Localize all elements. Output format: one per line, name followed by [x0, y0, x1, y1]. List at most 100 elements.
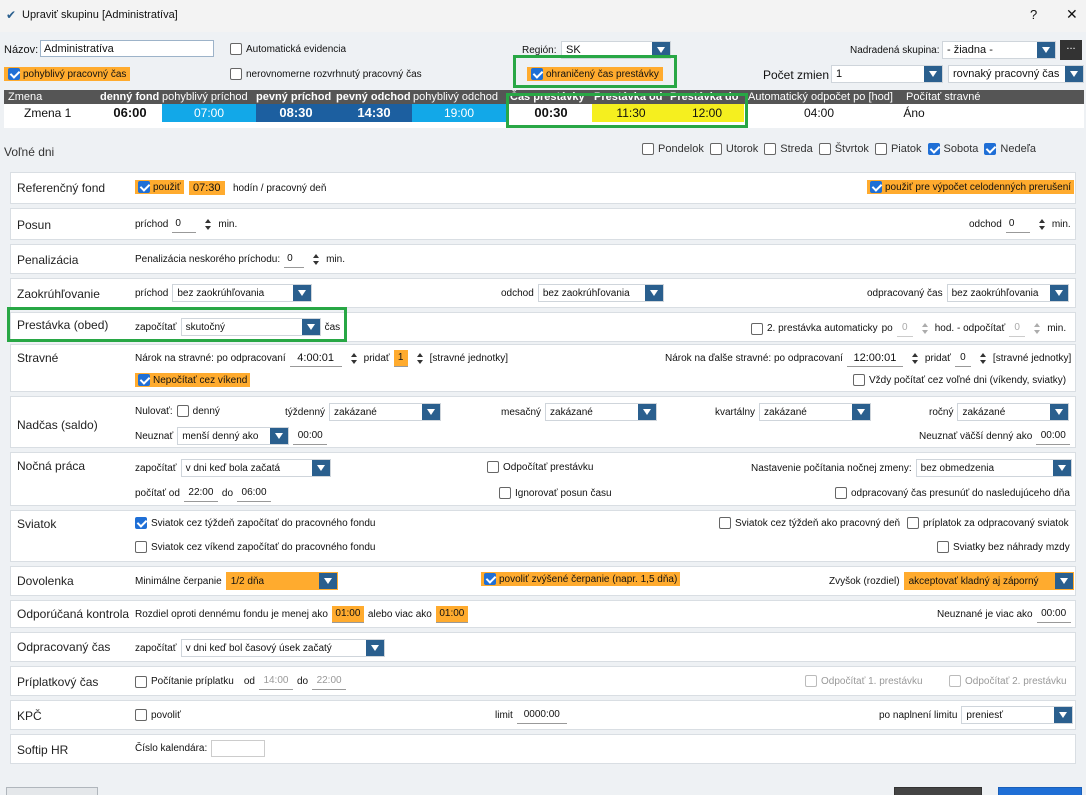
posun-out-input[interactable]: 0 — [1005, 216, 1030, 233]
pripl-d2[interactable]: Odpočítať 2. prestávku — [949, 675, 1067, 687]
bottom-cancel-button[interactable] — [894, 787, 982, 795]
flex-time-checkbox[interactable]: pohyblivý pracovný čas — [4, 67, 131, 81]
nadcas-neuz-select[interactable]: menší denný ako — [177, 427, 290, 445]
holiday-a[interactable]: Sviatok cez týždeň započítať do pracovné… — [135, 517, 375, 529]
night-setting-select[interactable]: bez obmedzenia — [915, 459, 1072, 477]
posun-in-input[interactable]: 0 — [172, 216, 197, 233]
chevron-down-icon — [365, 640, 384, 656]
strav-add-label: pridať — [363, 353, 390, 364]
pripl-checkbox[interactable] — [135, 675, 147, 688]
ctrl-v1-input[interactable]: 01:00 — [331, 606, 364, 623]
ctrl-nu-input[interactable]: 00:00 — [1036, 606, 1071, 623]
kpc-allow[interactable]: povoliť — [135, 709, 181, 721]
ctrl-nu: Neuznané je viac ako 00:00 — [937, 606, 1071, 623]
strav-n1-input[interactable]: 4:00:01 — [289, 350, 342, 367]
holiday-c[interactable]: príplatok za odpracovaný sviatok — [907, 517, 1069, 529]
zaok-worked-select[interactable]: bez zaokrúhľovania — [946, 284, 1069, 302]
softip-cal-input[interactable] — [211, 740, 266, 757]
nadcas-weekly-select[interactable]: zakázané — [329, 403, 442, 421]
free-day-0[interactable]: Pondelok — [642, 143, 704, 155]
chevron-down-icon — [1054, 707, 1073, 723]
kpc-after-select[interactable]: preniesť — [961, 706, 1074, 724]
zaok-out-select[interactable]: bez zaokrúhľovania — [537, 284, 664, 302]
night-count-select[interactable]: v dni keď bola začatá — [180, 459, 331, 477]
holiday-b[interactable]: Sviatok cez týždeň ako pracovný deň — [719, 517, 900, 529]
cell-fixed-in: 08:30 — [256, 104, 336, 122]
strav-add2-input[interactable]: 0 — [954, 350, 971, 367]
help-icon[interactable]: ? — [1030, 7, 1037, 22]
shifts-select[interactable]: 1 — [831, 65, 943, 83]
shift-row[interactable]: Zmena 1 06:00 07:00 08:30 14:30 19:00 00… — [4, 104, 1084, 122]
zaok-in-label: príchod — [135, 287, 169, 299]
spinner-icon[interactable] — [310, 252, 322, 268]
nadcas-daily-checkbox[interactable] — [176, 405, 189, 417]
holiday-e[interactable]: Sviatky bez náhrady mzdy — [937, 541, 1070, 553]
night-move[interactable]: odpracovaný čas presunúť do nasledujúceh… — [835, 487, 1070, 499]
bottom-left-button[interactable] — [6, 787, 98, 795]
more-button[interactable]: ... — [1060, 40, 1082, 60]
nadcas-yearly-select[interactable]: zakázané — [957, 403, 1070, 421]
bottom-ok-button[interactable] — [998, 787, 1082, 795]
prest-po-input[interactable]: 0 — [896, 320, 913, 337]
nadcas-neuz-input[interactable]: 00:00 — [293, 427, 328, 445]
ctrl-v2-input[interactable]: 01:00 — [435, 606, 468, 623]
night-deduct-label: Odpočítať prestávku — [503, 461, 594, 473]
pripl-od-input[interactable]: 14:00 — [258, 673, 293, 690]
spinner-icon[interactable] — [919, 321, 931, 337]
prest-second-checkbox[interactable] — [751, 322, 763, 335]
worked-count-select[interactable]: v dni keď bol časový úsek začatý — [180, 639, 385, 657]
nadcas-neuz2-input[interactable]: 00:00 — [1036, 428, 1071, 445]
spinner-icon[interactable] — [1031, 321, 1043, 337]
night-ignore[interactable]: Ignorovať posun času — [499, 487, 612, 499]
nadcas-quarterly-select[interactable]: zakázané — [759, 403, 872, 421]
po-label: po — [881, 323, 893, 334]
pen-input[interactable]: 0 — [284, 251, 305, 268]
prest-od-input[interactable]: 0 — [1009, 320, 1026, 337]
ref-use-label: použiť — [153, 181, 181, 193]
ref-hours-input[interactable]: 07:30 — [189, 181, 225, 195]
strav-weekend[interactable]: Nepočítať cez víkend — [135, 373, 251, 387]
free-day-1[interactable]: Utorok — [709, 143, 758, 155]
kpc-limit-input[interactable]: 0000:00 — [516, 707, 567, 724]
night-from-input[interactable]: 22:00 — [183, 485, 218, 502]
spinner-icon[interactable] — [977, 351, 989, 367]
free-day-2[interactable]: Streda — [764, 143, 813, 155]
spinner-icon[interactable] — [414, 351, 426, 367]
free-day-3[interactable]: Štvrtok — [818, 143, 869, 155]
limited-break-checkbox[interactable]: ohraničený čas prestávky — [527, 67, 663, 81]
vac-min-select[interactable]: 1/2 dňa — [225, 572, 338, 590]
spinner-icon[interactable] — [1036, 217, 1048, 233]
pripl-d1[interactable]: Odpočítať 1. prestávku — [805, 675, 923, 687]
ref-use-checkbox[interactable]: použiť — [135, 180, 184, 194]
night-to-input[interactable]: 06:00 — [237, 485, 272, 502]
region-select[interactable]: SK — [561, 41, 671, 59]
pripl-do-input[interactable]: 22:00 — [312, 673, 347, 690]
vac-inc[interactable]: povoliť zvýšené čerpanie (napr. 1,5 dňa) — [481, 572, 681, 586]
checkbox-icon — [709, 143, 722, 155]
strav-add-input[interactable]: 1 — [393, 350, 408, 367]
vac-rest-select[interactable]: akceptovať kladný aj záporný — [903, 572, 1074, 590]
strav-always[interactable]: Vždy počítať cez voľné dni (víkendy, svi… — [853, 374, 1066, 386]
close-icon[interactable]: ✕ — [1066, 6, 1078, 23]
uniform-select[interactable]: rovnaký pracovný čas — [948, 65, 1084, 83]
spinner-icon[interactable] — [909, 351, 921, 367]
prest-count-select[interactable]: skutočný — [180, 318, 321, 336]
zaok-in-select[interactable]: bez zaokrúhľovania — [172, 284, 313, 302]
spinner-icon[interactable] — [348, 351, 360, 367]
ref-calc-checkbox[interactable]: použiť pre výpočet celodenných prerušení — [867, 180, 1075, 194]
uneven-checkbox[interactable]: nerovnomerne rozvrhnutý pracovný čas — [230, 68, 422, 80]
auto-evid-checkbox[interactable]: Automatická evidencia — [230, 43, 346, 55]
name-input[interactable]: Administratíva — [40, 40, 214, 57]
holiday-d[interactable]: Sviatok cez víkend započítať do pracovné… — [135, 541, 375, 553]
free-day-4[interactable]: Piatok — [874, 143, 922, 155]
free-day-label: Štvrtok — [834, 143, 869, 155]
strav-n2-input[interactable]: 12:00:01 — [846, 350, 903, 367]
spinner-icon[interactable] — [202, 217, 214, 233]
free-day-6[interactable]: Nedeľa — [984, 143, 1036, 155]
parent-select[interactable]: - žiadna - — [942, 41, 1056, 59]
nadcas-monthly-select[interactable]: zakázané — [545, 403, 658, 421]
zaok-in: príchod bez zaokrúhľovania — [135, 284, 313, 302]
night-deduct[interactable]: Odpočítať prestávku — [487, 461, 593, 473]
min-label: min. — [1047, 323, 1067, 334]
free-day-5[interactable]: Sobota — [927, 143, 978, 155]
